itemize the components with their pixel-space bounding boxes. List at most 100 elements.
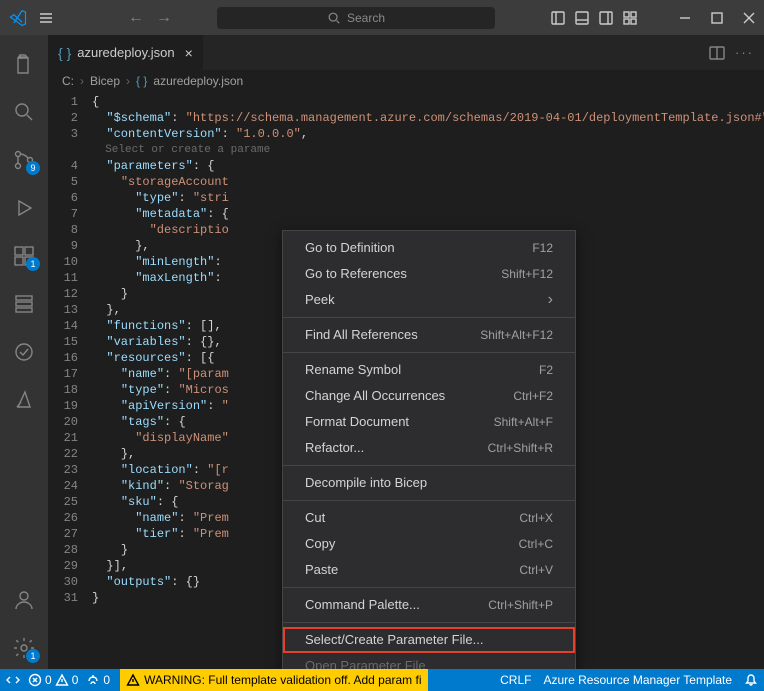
menu-item-label: Paste bbox=[305, 562, 338, 578]
search-icon bbox=[327, 11, 341, 25]
search-view-button[interactable] bbox=[0, 91, 48, 133]
menu-item-label: Command Palette... bbox=[305, 597, 420, 613]
chevron-right-icon: › bbox=[80, 74, 84, 88]
problems-indicator[interactable]: 0 0 bbox=[28, 673, 78, 687]
breadcrumb[interactable]: C: › Bicep › { } azuredeploy.json bbox=[48, 70, 764, 92]
warning-count: 0 bbox=[72, 673, 79, 687]
extensions-view-button[interactable]: 1 bbox=[0, 235, 48, 277]
error-icon bbox=[28, 673, 42, 687]
menu-item[interactable]: Go to Definition F12 bbox=[283, 235, 575, 261]
menu-item-shortcut: Ctrl+C bbox=[519, 536, 553, 552]
eol-indicator[interactable]: CRLF bbox=[500, 673, 531, 687]
menu-item[interactable]: Copy Ctrl+C bbox=[283, 531, 575, 557]
menu-item-label: Change All Occurrences bbox=[305, 388, 445, 404]
run-debug-view-button[interactable] bbox=[0, 187, 48, 229]
line-numbers-gutter: 1234567891011121314151617181920212223242… bbox=[48, 92, 92, 669]
menu-item-shortcut: F12 bbox=[532, 240, 553, 256]
activity-bar: 9 1 1 bbox=[0, 35, 48, 669]
breadcrumb-segment[interactable]: azuredeploy.json bbox=[153, 74, 243, 88]
menu-item[interactable]: Refactor...Ctrl+Shift+R bbox=[283, 435, 575, 461]
menu-item-label: Peek bbox=[305, 292, 335, 308]
menu-item-shortcut: Shift+Alt+F12 bbox=[480, 327, 553, 343]
menu-item-label: Select/Create Parameter File... bbox=[305, 632, 483, 648]
editor-context-menu: Go to Definition F12 Go to ReferencesShift… bbox=[282, 230, 576, 669]
menu-item[interactable]: Decompile into Bicep bbox=[283, 470, 575, 496]
status-warning-banner[interactable]: WARNING: Full template validation off. A… bbox=[120, 669, 427, 691]
menu-item: Open Parameter File bbox=[283, 653, 575, 669]
menu-item[interactable]: Peek › bbox=[283, 287, 575, 313]
customize-layout-icon[interactable] bbox=[622, 10, 638, 26]
menu-separator bbox=[283, 500, 575, 501]
menu-item-label: Format Document bbox=[305, 414, 409, 430]
status-bar: 0 0 0 WARNING: Full template validation … bbox=[0, 669, 764, 691]
window-controls bbox=[678, 11, 756, 25]
menu-item-shortcut: Ctrl+Shift+P bbox=[488, 597, 553, 613]
notifications-icon[interactable] bbox=[744, 673, 758, 687]
menu-item[interactable]: Rename Symbol F2 bbox=[283, 357, 575, 383]
menu-separator bbox=[283, 465, 575, 466]
testing-view-button[interactable] bbox=[0, 331, 48, 373]
json-file-icon: { } bbox=[136, 74, 147, 88]
chevron-right-icon: › bbox=[126, 74, 130, 88]
json-file-icon: { } bbox=[58, 45, 71, 61]
scm-view-button[interactable]: 9 bbox=[0, 139, 48, 181]
nav-back-button[interactable]: ← bbox=[128, 9, 144, 27]
close-icon[interactable] bbox=[742, 11, 756, 25]
hamburger-menu-icon[interactable] bbox=[38, 10, 54, 26]
breadcrumb-segment[interactable]: C: bbox=[62, 74, 74, 88]
tab-label: azuredeploy.json bbox=[77, 45, 174, 60]
warning-icon bbox=[55, 673, 69, 687]
menu-item[interactable]: Format DocumentShift+Alt+F bbox=[283, 409, 575, 435]
toggle-primary-sidebar-icon[interactable] bbox=[550, 10, 566, 26]
accounts-button[interactable] bbox=[0, 579, 48, 621]
menu-item-label: Rename Symbol bbox=[305, 362, 401, 378]
port-forward-indicator[interactable]: 0 bbox=[86, 673, 110, 687]
tab-close-icon[interactable]: × bbox=[185, 45, 193, 61]
toggle-secondary-sidebar-icon[interactable] bbox=[598, 10, 614, 26]
language-mode-indicator[interactable]: Azure Resource Manager Template bbox=[543, 673, 732, 687]
explorer-view-button[interactable] bbox=[0, 43, 48, 85]
split-editor-icon[interactable] bbox=[709, 45, 725, 61]
search-placeholder: Search bbox=[347, 11, 385, 25]
menu-item[interactable]: Select/Create Parameter File... bbox=[283, 627, 575, 653]
editor-tabs: { } azuredeploy.json × ··· bbox=[48, 35, 764, 70]
tab-azuredeploy-json[interactable]: { } azuredeploy.json × bbox=[48, 35, 204, 70]
error-count: 0 bbox=[45, 673, 52, 687]
menu-item-shortcut: Shift+F12 bbox=[501, 266, 553, 282]
menu-separator bbox=[283, 587, 575, 588]
menu-item-label: Cut bbox=[305, 510, 325, 526]
scm-badge: 9 bbox=[26, 161, 40, 175]
menu-item-shortcut: Ctrl+V bbox=[519, 562, 553, 578]
menu-item[interactable]: Paste Ctrl+V bbox=[283, 557, 575, 583]
settings-button[interactable]: 1 bbox=[0, 627, 48, 669]
editor-area: { } azuredeploy.json × ··· C: › Bicep › … bbox=[48, 35, 764, 669]
chevron-right-icon: › bbox=[548, 294, 553, 306]
menu-item[interactable]: Go to ReferencesShift+F12 bbox=[283, 261, 575, 287]
arm-templates-view-button[interactable] bbox=[0, 283, 48, 325]
maximize-icon[interactable] bbox=[710, 11, 724, 25]
menu-item-label: Copy bbox=[305, 536, 335, 552]
more-actions-icon[interactable]: ··· bbox=[735, 45, 754, 60]
menu-item-label: Go to Definition bbox=[305, 240, 395, 256]
command-center-search[interactable]: Search bbox=[216, 6, 496, 30]
menu-item[interactable]: Find All References Shift+Alt+F12 bbox=[283, 322, 575, 348]
settings-badge: 1 bbox=[26, 649, 40, 663]
nav-arrows-group: ← → bbox=[128, 9, 172, 27]
nav-forward-button[interactable]: → bbox=[156, 9, 172, 27]
menu-item-shortcut: F2 bbox=[539, 362, 553, 378]
remote-indicator[interactable] bbox=[6, 673, 20, 687]
minimize-icon[interactable] bbox=[678, 11, 692, 25]
menu-item-label: Decompile into Bicep bbox=[305, 475, 427, 491]
layout-controls bbox=[550, 10, 638, 26]
breadcrumb-segment[interactable]: Bicep bbox=[90, 74, 120, 88]
warning-triangle-icon bbox=[126, 673, 140, 687]
toggle-panel-icon[interactable] bbox=[574, 10, 590, 26]
code-editor[interactable]: 1234567891011121314151617181920212223242… bbox=[48, 92, 764, 669]
menu-item-label: Find All References bbox=[305, 327, 418, 343]
menu-separator bbox=[283, 317, 575, 318]
menu-item[interactable]: CutCtrl+X bbox=[283, 505, 575, 531]
azure-view-button[interactable] bbox=[0, 379, 48, 421]
menu-item[interactable]: Command Palette... Ctrl+Shift+P bbox=[283, 592, 575, 618]
menu-item-shortcut: Ctrl+Shift+R bbox=[488, 440, 553, 456]
menu-item[interactable]: Change All OccurrencesCtrl+F2 bbox=[283, 383, 575, 409]
